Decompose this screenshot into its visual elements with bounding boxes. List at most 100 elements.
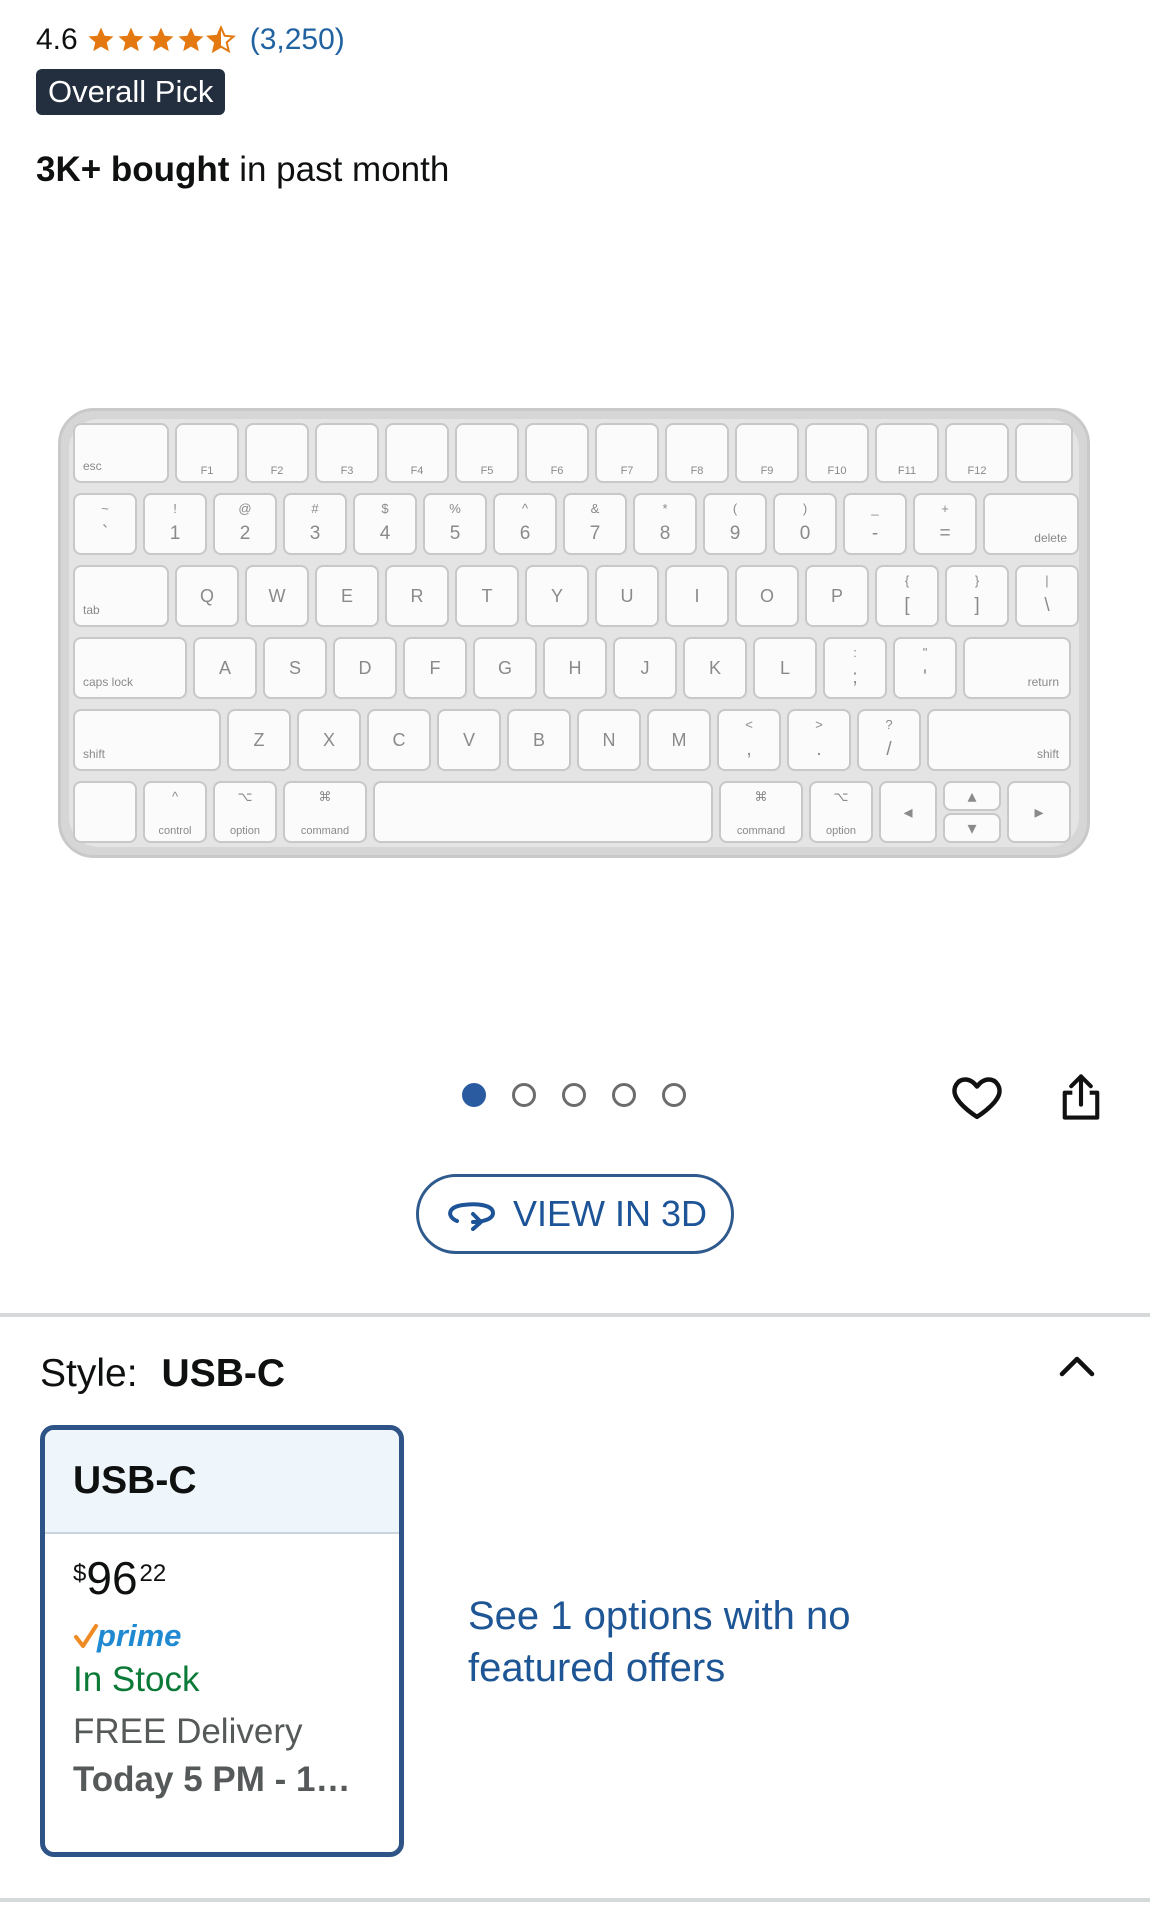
option-price: $ 96 22 [73,1552,399,1604]
key-arrow-right: ▸ [1007,781,1071,843]
key: T [455,565,519,627]
key-label: ⌥ [237,789,253,804]
key-function: F7 [595,423,659,483]
key-label: = [939,523,951,544]
key-label: delete [1034,531,1067,545]
key-arrow-up: ▴ [943,781,1001,811]
key-modifier: ⌥ option [213,781,277,843]
key: J [613,637,677,699]
rating-row[interactable]: 4.6 (3,250) [36,20,345,60]
key-label: F4 [410,465,424,477]
key: ) 0 [773,493,837,555]
pagination-dot[interactable] [462,1083,486,1107]
key-label: / [886,739,892,760]
key-label: # [311,501,319,516]
key-label: 6 [519,523,531,544]
key-label: F9 [760,465,774,477]
key-modifier: ⌥ option [809,781,873,843]
key-label: ⌥ [833,789,849,804]
key-label: 0 [799,523,811,544]
keyboard-keys: esc F1 F2 F3 F4 F5 F6 F7 F8 F9 F10 F11 F12 ~ `! 1 @2 #3 $4… [69,419,1079,847]
ratings-count-link[interactable]: (3,250) [250,23,345,57]
key-label: , [746,739,752,760]
key-label: { [904,573,910,588]
key-label: control [158,825,192,837]
key: V [437,709,501,771]
key-label: I [694,585,700,606]
key-function: F9 [735,423,799,483]
pagination-dot[interactable] [512,1083,536,1107]
key-label: 3 [309,523,321,544]
star-full-icon [148,27,174,52]
key: @2 [213,493,277,555]
key-label: } [974,573,980,588]
key-function: F4 [385,423,449,483]
key: * 8 [633,493,697,555]
product-image-keyboard[interactable]: esc F1 F2 F3 F4 F5 F6 F7 F8 F9 F10 F11 F12 ~ `! 1 @2 #3 $4… [58,408,1090,858]
style-option-usb-c[interactable]: USB-C $ 96 22 prime In Stock FREE Delive… [40,1425,404,1857]
pagination-dot[interactable] [562,1083,586,1107]
key: Z [227,709,291,771]
key-label: Y [550,585,563,606]
key: % 5 [423,493,487,555]
key: >. [787,709,851,771]
key: F [403,637,467,699]
share-icon-svg [1062,1074,1100,1120]
share-icon[interactable] [1051,1067,1111,1127]
key-lock [1015,423,1073,483]
key: L [753,637,817,699]
see-options-link[interactable]: See 1 options with no featured offers [468,1590,888,1694]
key-function: F11 [875,423,939,483]
key-label: B [532,729,545,750]
key: E [315,565,379,627]
key-label: shift [83,747,106,761]
star-full-icon [88,27,114,52]
key: X [297,709,361,771]
star-full-icon [178,27,204,52]
key-label: F [429,657,441,678]
key-label: Q [199,585,214,606]
chevron-up-icon[interactable] [1054,1346,1100,1386]
heart-outline-icon[interactable] [947,1067,1007,1127]
key-modifier: ^ control [143,781,207,843]
key-label: ) [802,501,808,516]
key-label: L [779,657,790,678]
key: K [683,637,747,699]
key-shift-right: shift [927,709,1071,771]
key: <, [717,709,781,771]
key-label: F11 [897,465,917,477]
key-label: ◂ [903,801,913,822]
key-label: R [410,585,424,606]
key-label: ? [885,717,893,732]
view-in-3d-button[interactable]: VIEW IN 3D [416,1174,734,1254]
key: D [333,637,397,699]
key-label: 8 [659,523,671,544]
key-label: & [590,501,600,516]
key: " ' [893,637,957,699]
key: N [577,709,641,771]
key-label: ' [923,667,927,688]
key-label: return [1027,675,1059,689]
image-pagination[interactable] [462,1083,686,1107]
key-label: : [853,645,857,660]
key: O [735,565,799,627]
key: Y [525,565,589,627]
key-label: command [300,825,350,837]
key-shift-left: shift [73,709,221,771]
star-rating [86,25,236,55]
pagination-dot[interactable] [662,1083,686,1107]
key-label: O [759,585,774,606]
key-label: 2 [239,523,251,544]
key-label: > [815,717,823,732]
star-half-icon [205,25,236,54]
key-label: D [358,657,372,678]
key-caps-lock: caps lock [73,637,187,699]
key-label: T [481,585,493,606]
prime-label: prime [97,1618,182,1653]
chevron-up-icon-svg [1059,1356,1095,1377]
key-function: F8 [665,423,729,483]
pagination-dot[interactable] [612,1083,636,1107]
key: S [263,637,327,699]
key-label: + [941,501,949,516]
key-label: N [602,729,616,750]
